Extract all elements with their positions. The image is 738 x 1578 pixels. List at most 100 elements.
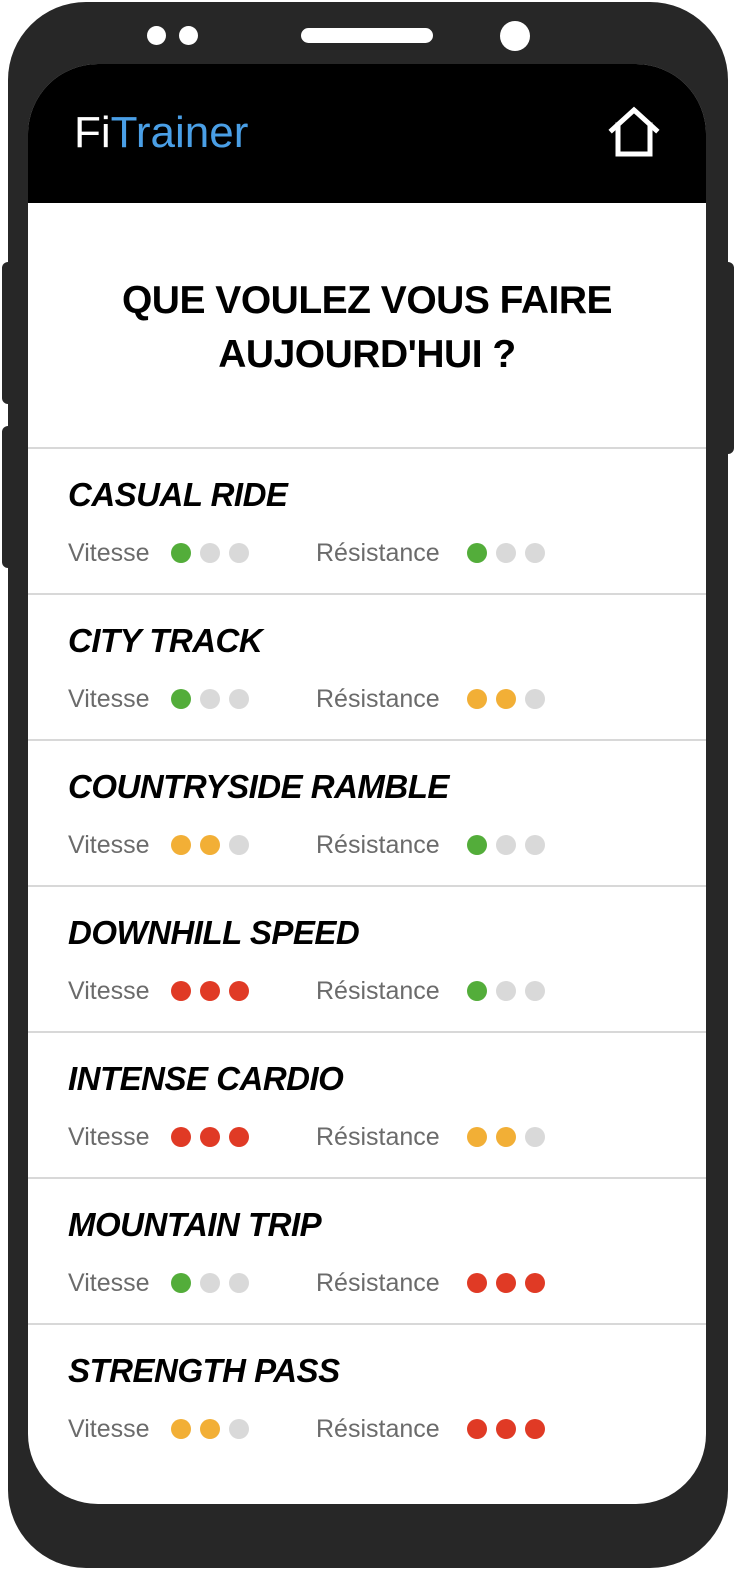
level-dot-filled <box>467 543 487 563</box>
workout-name: CASUAL RIDE <box>68 476 288 513</box>
speed-rating-dots <box>171 835 258 855</box>
resistance-rating-label: Résistance <box>316 538 440 567</box>
workout-item[interactable]: DOWNHILL SPEED Vitesse Résistance <box>28 885 706 1031</box>
level-dot-filled <box>467 1273 487 1293</box>
resistance-rating-dots <box>467 689 554 709</box>
resistance-rating: Résistance <box>316 1265 545 1301</box>
speed-rating-label: Vitesse <box>68 976 150 1005</box>
speed-rating-label: Vitesse <box>68 684 150 713</box>
workout-item[interactable]: INTENSE CARDIO Vitesse Résistance <box>28 1031 706 1177</box>
speed-rating-label: Vitesse <box>68 830 150 859</box>
level-dot-filled <box>200 1127 220 1147</box>
logo-fi: Fi <box>74 108 111 157</box>
level-dot-filled <box>200 835 220 855</box>
app-screen: FiTrainer QUE VOULEZ VOUS FAIRE AUJOURD'… <box>28 64 706 1504</box>
level-dot-filled <box>496 1127 516 1147</box>
workout-name: CITY TRACK <box>68 622 263 659</box>
resistance-rating-label: Résistance <box>316 830 440 859</box>
level-dot-filled <box>467 1127 487 1147</box>
resistance-rating-label: Résistance <box>316 684 440 713</box>
level-dot-empty <box>200 1273 220 1293</box>
workout-item[interactable]: CITY TRACK Vitesse Résistance <box>28 593 706 739</box>
speed-rating-dots <box>171 689 258 709</box>
level-dot-filled <box>171 1127 191 1147</box>
level-dot-filled <box>525 1419 545 1439</box>
workout-name: DOWNHILL SPEED <box>68 914 360 951</box>
resistance-rating-label: Résistance <box>316 1414 440 1443</box>
level-dot-filled <box>171 1419 191 1439</box>
workout-name: MOUNTAIN TRIP <box>68 1206 322 1243</box>
workout-item[interactable]: MOUNTAIN TRIP Vitesse Résistance <box>28 1177 706 1323</box>
speed-rating: Vitesse <box>68 1411 249 1447</box>
level-dot-filled <box>171 1273 191 1293</box>
level-dot-filled <box>171 543 191 563</box>
speed-rating-dots <box>171 981 258 1001</box>
level-dot-filled <box>496 689 516 709</box>
workout-list: CASUAL RIDE Vitesse Résistance CITY TRACK Vi… <box>28 447 706 1469</box>
level-dot-filled <box>229 981 249 1001</box>
speed-rating-dots <box>171 1273 258 1293</box>
level-dot-filled <box>467 835 487 855</box>
earpiece-speaker <box>301 28 433 43</box>
level-dot-empty <box>229 1419 249 1439</box>
resistance-rating-label: Résistance <box>316 1122 440 1151</box>
level-dot-filled <box>229 1127 249 1147</box>
page-title-line2: AUJOURD'HUI ? <box>218 333 516 376</box>
level-dot-empty <box>525 689 545 709</box>
speed-rating-dots <box>171 1127 258 1147</box>
level-dot-empty <box>229 1273 249 1293</box>
level-dot-empty <box>525 981 545 1001</box>
level-dot-empty <box>229 835 249 855</box>
workout-item[interactable]: COUNTRYSIDE RAMBLE Vitesse Résistance <box>28 739 706 885</box>
workout-name: STRENGTH PASS <box>68 1352 340 1389</box>
resistance-rating-dots <box>467 543 554 563</box>
home-button[interactable] <box>606 104 662 160</box>
workout-item[interactable]: STRENGTH PASS Vitesse Résistance <box>28 1323 706 1469</box>
speed-rating-dots <box>171 1419 258 1439</box>
level-dot-filled <box>171 835 191 855</box>
resistance-rating-dots <box>467 1127 554 1147</box>
front-camera <box>500 21 530 51</box>
page-title: QUE VOULEZ VOUS FAIRE AUJOURD'HUI ? <box>28 274 706 382</box>
resistance-rating-dots <box>467 1273 554 1293</box>
level-dot-filled <box>467 689 487 709</box>
speed-rating: Vitesse <box>68 681 249 717</box>
workout-name: INTENSE CARDIO <box>68 1060 344 1097</box>
resistance-rating-dots <box>467 835 554 855</box>
speed-rating-dots <box>171 543 258 563</box>
speed-rating: Vitesse <box>68 827 249 863</box>
level-dot-filled <box>171 689 191 709</box>
speed-rating-label: Vitesse <box>68 1268 150 1297</box>
logo-trainer: Trainer <box>110 108 249 157</box>
resistance-rating-label: Résistance <box>316 976 440 1005</box>
resistance-rating: Résistance <box>316 681 545 717</box>
level-dot-filled <box>467 981 487 1001</box>
level-dot-filled <box>171 981 191 1001</box>
resistance-rating: Résistance <box>316 827 545 863</box>
speed-rating-label: Vitesse <box>68 1122 150 1151</box>
sensor-dot <box>179 26 198 45</box>
resistance-rating: Résistance <box>316 1119 545 1155</box>
level-dot-empty <box>200 543 220 563</box>
resistance-rating-label: Résistance <box>316 1268 440 1297</box>
level-dot-empty <box>525 543 545 563</box>
level-dot-empty <box>496 981 516 1001</box>
speed-rating: Vitesse <box>68 1119 249 1155</box>
level-dot-filled <box>496 1419 516 1439</box>
resistance-rating-dots <box>467 1419 554 1439</box>
level-dot-filled <box>467 1419 487 1439</box>
level-dot-empty <box>525 1127 545 1147</box>
level-dot-filled <box>496 1273 516 1293</box>
level-dot-empty <box>525 835 545 855</box>
workout-item[interactable]: CASUAL RIDE Vitesse Résistance <box>28 447 706 593</box>
level-dot-empty <box>200 689 220 709</box>
level-dot-empty <box>229 689 249 709</box>
level-dot-filled <box>200 981 220 1001</box>
level-dot-empty <box>229 543 249 563</box>
speed-rating: Vitesse <box>68 1265 249 1301</box>
level-dot-filled <box>525 1273 545 1293</box>
level-dot-empty <box>496 835 516 855</box>
level-dot-filled <box>200 1419 220 1439</box>
page-title-line1: QUE VOULEZ VOUS FAIRE <box>121 279 613 322</box>
level-dot-empty <box>496 543 516 563</box>
